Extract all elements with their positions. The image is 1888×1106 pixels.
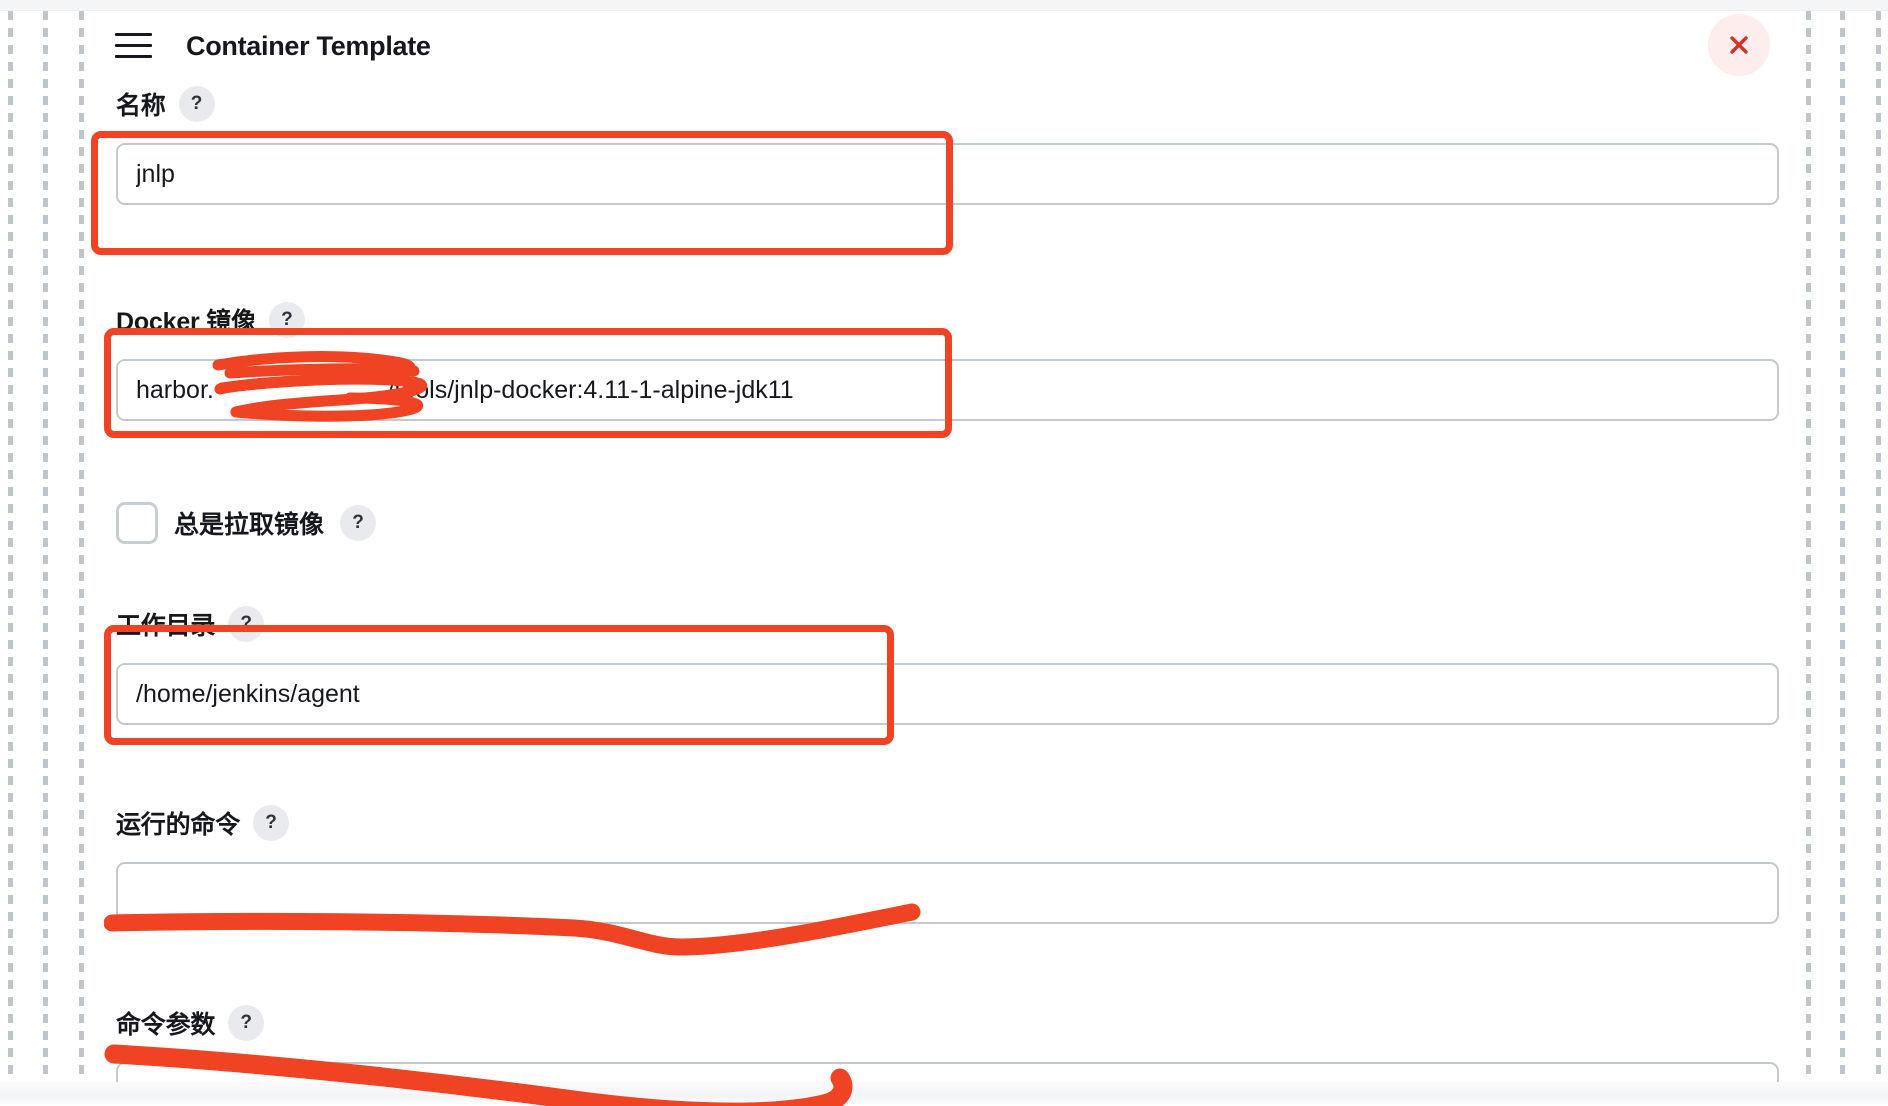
field-docker-image-label-row: Docker 镜像 ? (94, 302, 1800, 338)
field-working-directory-label-row: 工作目录 ? (94, 606, 1800, 642)
close-icon (1730, 36, 1748, 54)
always-pull-image-checkbox[interactable] (116, 502, 158, 544)
field-name: 名称 ? (94, 86, 1800, 205)
help-icon-name[interactable]: ? (178, 86, 215, 122)
help-icon-command-arguments[interactable]: ? (228, 1005, 265, 1041)
container-template-dialog: Container Template 名称 ? Docker 镜像 (0, 0, 1888, 1106)
always-pull-image-label: 总是拉取镜像 (174, 511, 325, 539)
help-icon-always-pull-image[interactable]: ? (340, 505, 377, 541)
field-run-command-label: 运行的命令 (116, 811, 241, 839)
ruler-dash-right-1 (1806, 11, 1811, 1085)
top-chrome-strip (0, 0, 1888, 11)
page-title: Container Template (186, 31, 431, 61)
field-name-label-row: 名称 ? (94, 86, 1800, 122)
name-input[interactable] (116, 143, 1779, 205)
docker-image-input[interactable] (116, 359, 1779, 421)
field-run-command-label-row: 运行的命令 ? (94, 805, 1800, 841)
field-name-label: 名称 (116, 92, 166, 120)
always-pull-image-row: 总是拉取镜像 ? (94, 502, 1800, 544)
field-run-command: 运行的命令 ? (94, 805, 1800, 924)
ruler-dash-left-3 (79, 11, 84, 1085)
ruler-dash-left-1 (8, 11, 13, 1085)
help-icon-working-directory[interactable]: ? (228, 606, 265, 642)
bottom-chrome-strip (0, 1082, 1888, 1106)
ruler-dash-left-2 (43, 11, 48, 1085)
run-command-input[interactable] (116, 862, 1779, 924)
hamburger-menu-icon[interactable] (115, 30, 159, 60)
field-working-directory: 工作目录 ? (94, 606, 1800, 725)
close-button[interactable] (1708, 14, 1770, 76)
field-command-arguments-label: 命令参数 (116, 1011, 216, 1039)
field-docker-image-label: Docker 镜像 (116, 308, 256, 336)
field-working-directory-label: 工作目录 (116, 612, 216, 640)
help-icon-run-command[interactable]: ? (253, 805, 290, 841)
field-docker-image: Docker 镜像 ? (94, 302, 1800, 421)
field-command-arguments-label-row: 命令参数 ? (94, 1005, 1800, 1041)
dialog-header: Container Template (94, 11, 1800, 76)
working-directory-input[interactable] (116, 663, 1779, 725)
ruler-dash-right-2 (1840, 11, 1845, 1085)
ruler-dash-right-3 (1876, 11, 1881, 1085)
field-always-pull-image: 总是拉取镜像 ? (94, 502, 1800, 544)
dialog-panel: Container Template 名称 ? Docker 镜像 (94, 11, 1800, 1106)
help-icon-docker-image[interactable]: ? (268, 302, 305, 338)
